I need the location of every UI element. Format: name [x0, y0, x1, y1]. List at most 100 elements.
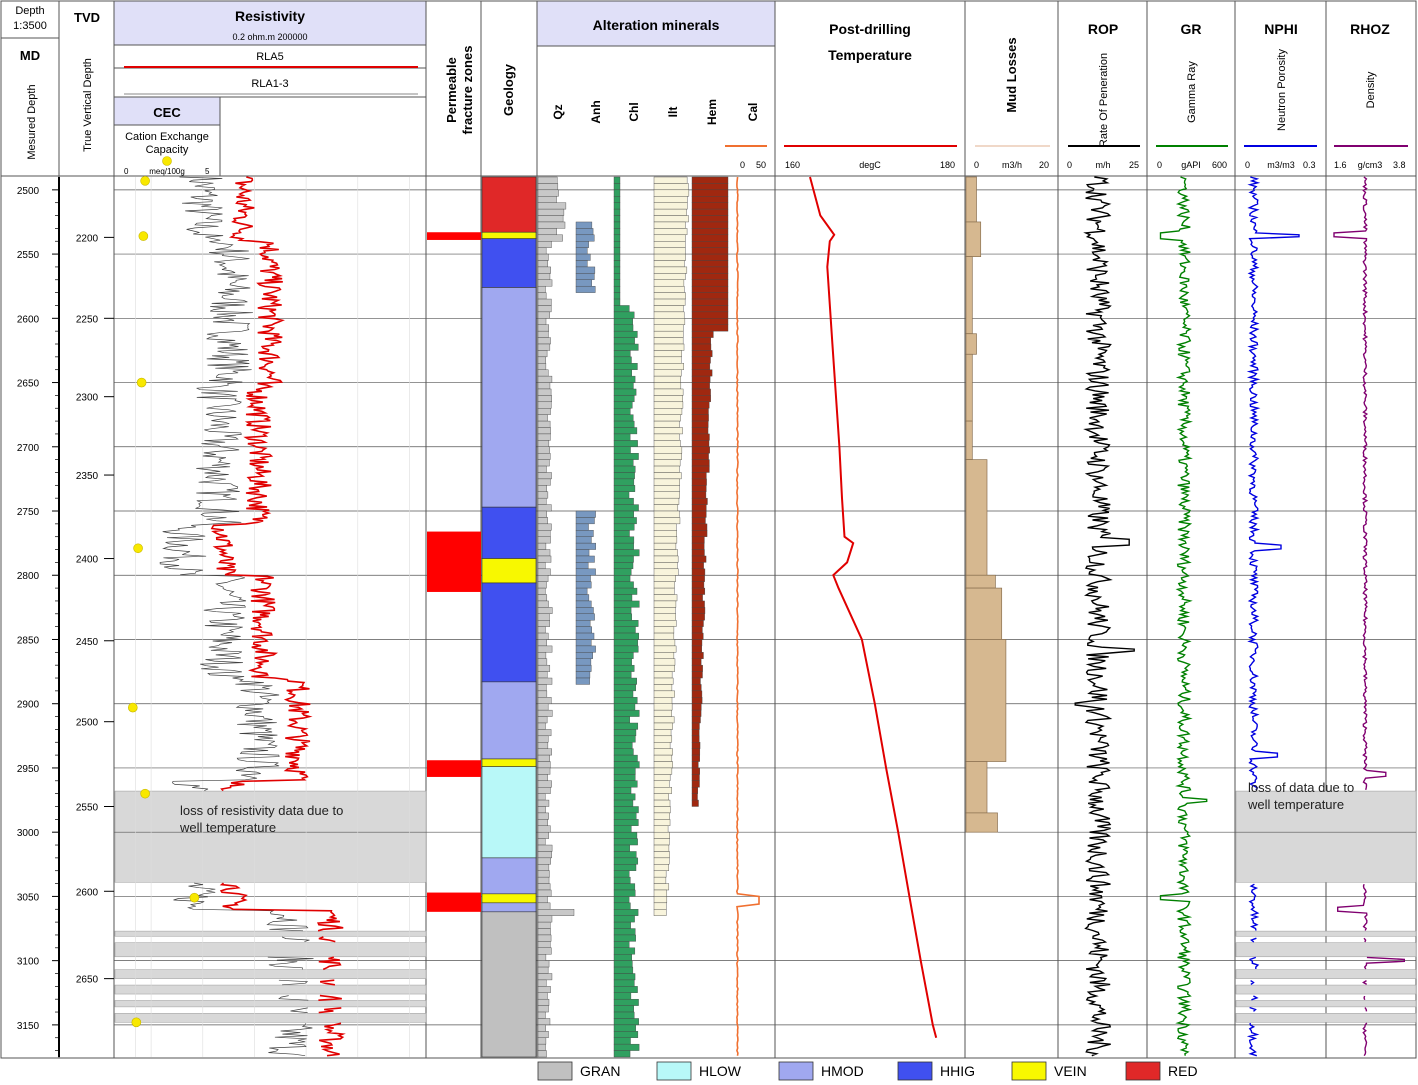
tvd-subtitle: True Vertical Depth — [82, 58, 94, 152]
chlorite-bar — [613, 857, 639, 865]
tvd-title: TVD — [74, 10, 100, 25]
quartz-bar — [537, 716, 548, 724]
chlorite-bar — [613, 517, 637, 525]
quartz-bar — [537, 343, 551, 351]
anhydrite-bar — [575, 613, 595, 621]
cec-marker — [131, 1017, 142, 1028]
illite-bar — [653, 459, 681, 467]
hematite-bar — [691, 247, 729, 255]
geology-interval — [481, 287, 537, 508]
quartz-bar — [537, 273, 551, 280]
illite-bar — [653, 658, 676, 666]
rop-subtitle: Rate Of Peneration — [1098, 53, 1110, 147]
tvd-tick-label: 2600 — [76, 887, 99, 898]
quartz-bar — [537, 870, 550, 878]
geology-interval — [481, 238, 537, 288]
illite-bar — [653, 485, 680, 492]
chlorite-bar — [613, 215, 621, 223]
chlorite-bar — [613, 709, 640, 717]
chlorite-bar — [613, 241, 621, 248]
resistivity-scale: 0.2 ohm.m 200000 — [232, 32, 307, 42]
temp-min: 160 — [785, 160, 800, 170]
illite-bar — [653, 819, 671, 826]
chlorite-bar — [613, 266, 621, 274]
quartz-bar — [537, 954, 547, 961]
quartz-bar — [537, 799, 550, 807]
tvd-tick-label: 2650 — [76, 975, 99, 986]
scale-label: 1:3500 — [13, 20, 47, 32]
quartz-bar — [537, 915, 553, 923]
illite-bar — [653, 857, 670, 865]
hematite-bar — [691, 748, 701, 756]
legend-swatch — [897, 1061, 933, 1081]
illite-bar — [653, 440, 681, 447]
quartz-bar — [537, 774, 548, 781]
anhydrite-bar — [575, 671, 591, 679]
chlorite-bar — [613, 947, 636, 955]
quartz-bar — [537, 221, 566, 229]
quartz-bar — [537, 889, 552, 897]
md-tick-label: 3150 — [17, 1021, 40, 1032]
quartz-bar — [537, 645, 553, 653]
chlorite-bar — [613, 542, 634, 550]
quartz-bar — [537, 620, 550, 627]
chlorite-bar — [613, 472, 635, 480]
illite-bar — [653, 446, 683, 454]
chlorite-bar — [613, 568, 632, 576]
quartz-bar — [537, 189, 559, 197]
quartz-bar — [537, 337, 551, 345]
rop-min: 0 — [1067, 160, 1072, 170]
quartz-bar — [537, 806, 546, 814]
chlorite-bar — [613, 343, 639, 351]
rla5-curve — [210, 176, 346, 1057]
chlorite-bar — [613, 279, 621, 287]
geology-interval — [481, 766, 537, 859]
legend-label: VEIN — [1054, 1063, 1087, 1079]
geology-interval — [481, 231, 537, 239]
mud-loss-bar — [965, 639, 1007, 762]
anhydrite-bar — [575, 664, 592, 672]
quartz-bar — [537, 382, 551, 390]
resistivity-gap-band — [114, 942, 427, 958]
gr-subtitle: Gamma Ray — [1186, 61, 1198, 123]
quartz-bar — [537, 664, 551, 672]
hematite-bar — [691, 761, 699, 769]
fracture-zone — [427, 892, 481, 912]
hematite-bar — [691, 260, 729, 268]
quartz-bar — [537, 542, 547, 550]
anhydrite-bar — [575, 285, 596, 293]
illite-bar — [653, 799, 671, 807]
chlorite-bar — [613, 497, 634, 505]
chlorite-bar — [613, 1024, 636, 1032]
quartz-bar — [537, 581, 547, 589]
illite-bar — [653, 742, 671, 749]
nphi-track — [1246, 176, 1300, 1057]
quartz-bar — [537, 658, 548, 666]
mud-title: Mud Losses — [1004, 37, 1019, 112]
mud-loss-bar — [965, 333, 977, 355]
md-tick-label: 3000 — [17, 828, 40, 839]
mud-loss-bar — [965, 221, 982, 257]
md-axis: 2500 2550 2600 2650 2700 2750 2800 2850 2900 2950… — [17, 177, 60, 1057]
md-tick-label: 2650 — [17, 379, 40, 390]
quartz-bar — [537, 241, 552, 248]
illite-bar — [653, 311, 685, 319]
quartz-bar — [537, 1043, 546, 1051]
resistivity-gap-band — [114, 1000, 427, 1008]
legend-swatch — [778, 1061, 814, 1081]
quartz-bar — [537, 697, 552, 704]
hematite-bar — [691, 375, 711, 383]
hematite-bar — [691, 742, 701, 749]
mud-loss-bar — [965, 587, 1003, 640]
hematite-bar — [691, 549, 705, 557]
hematite-bar — [691, 369, 713, 377]
md-tick-label: 2700 — [17, 443, 40, 454]
quartz-bar — [537, 497, 547, 505]
chlorite-bar — [613, 465, 636, 473]
mineral-hem: Hem — [705, 99, 719, 125]
chlorite-bar — [613, 594, 633, 602]
legend-swatch — [1011, 1061, 1047, 1081]
cec-subtitle-2: Capacity — [146, 144, 189, 156]
illite-bar — [653, 613, 676, 621]
quartz-bar — [537, 838, 546, 846]
